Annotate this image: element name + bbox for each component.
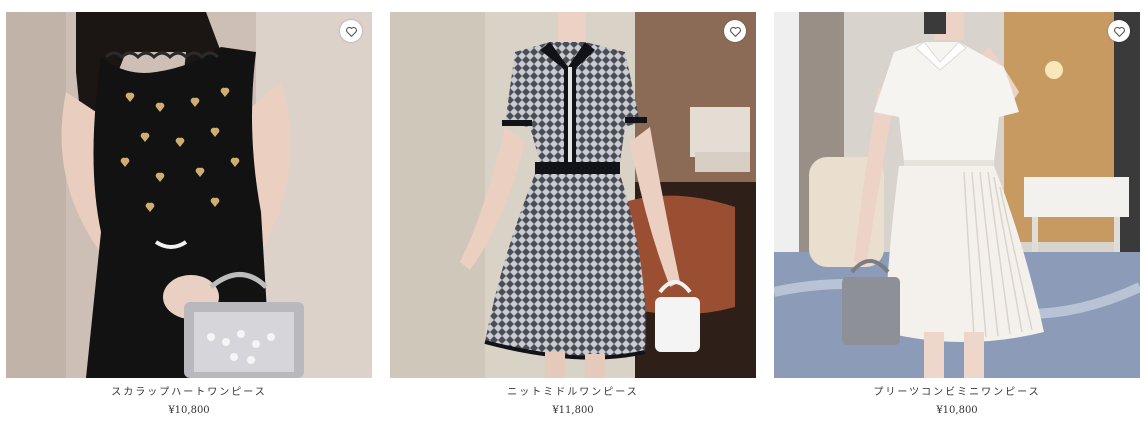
product-grid: スカラップハートワンピース ¥10,800 ニットミドルワンピース ¥11,80…: [0, 0, 1145, 422]
heart-outline-icon: [1113, 26, 1125, 37]
heart-outline-icon: [345, 26, 357, 37]
product-name[interactable]: プリーツコンビミニワンピース: [774, 386, 1140, 400]
product-price: ¥11,800: [552, 405, 594, 416]
product-name[interactable]: スカラップハートワンピース: [6, 386, 372, 400]
product-price: ¥10,800: [936, 405, 978, 416]
product-photo-white-dress: [774, 12, 1140, 378]
product-image[interactable]: [6, 12, 372, 378]
product-name[interactable]: ニットミドルワンピース: [390, 386, 756, 400]
product-card[interactable]: ニットミドルワンピース ¥11,800: [390, 12, 756, 418]
favorite-button[interactable]: [340, 20, 362, 42]
product-image[interactable]: [390, 12, 756, 378]
heart-outline-icon: [729, 26, 741, 37]
product-photo-black-dress: [6, 12, 372, 378]
product-price: ¥10,800: [168, 405, 210, 416]
product-photo-knit-dress: [390, 12, 756, 378]
product-image[interactable]: [774, 12, 1140, 378]
favorite-button[interactable]: [724, 20, 746, 42]
favorite-button[interactable]: [1108, 20, 1130, 42]
product-card[interactable]: スカラップハートワンピース ¥10,800: [6, 12, 372, 418]
product-card[interactable]: プリーツコンビミニワンピース ¥10,800: [774, 12, 1140, 418]
